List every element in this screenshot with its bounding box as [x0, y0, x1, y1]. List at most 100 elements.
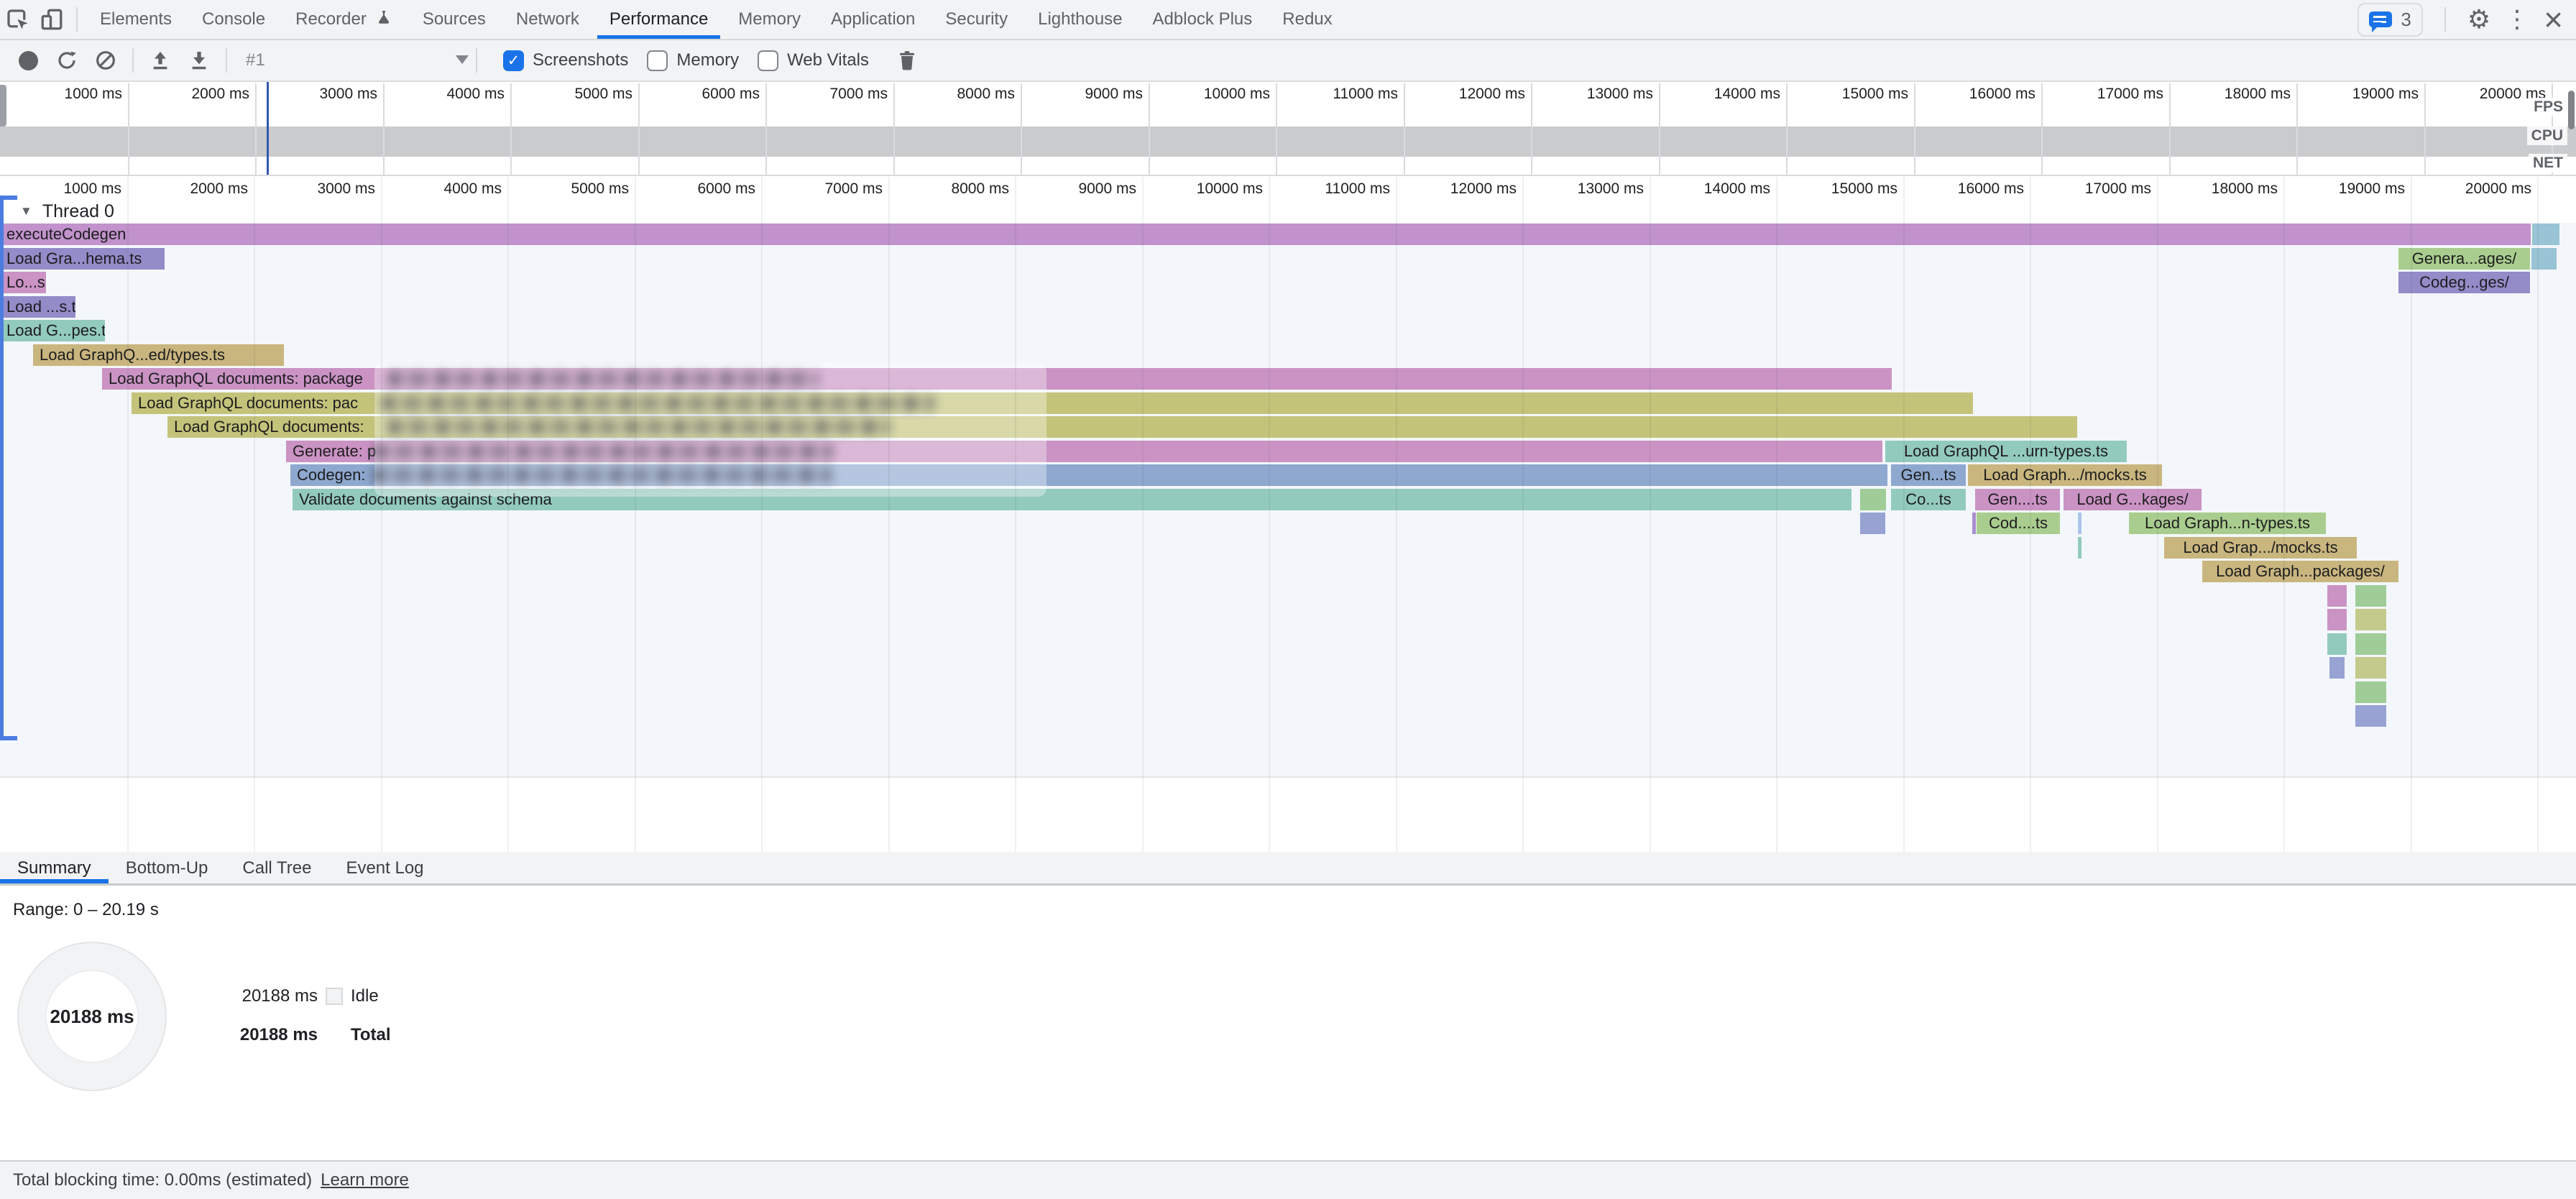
clear-recording-button[interactable] — [86, 41, 125, 80]
flame-bar[interactable] — [1972, 513, 1976, 534]
tab-lighthouse[interactable]: Lighthouse — [1023, 0, 1137, 39]
tab-elements[interactable]: Elements — [85, 0, 187, 39]
history-dropdown[interactable]: #1 — [246, 41, 469, 80]
overview-left-handle[interactable] — [0, 85, 6, 127]
flame-bar[interactable] — [2355, 657, 2386, 679]
flame-bar[interactable]: Load Graph...n-types.ts — [2129, 513, 2326, 534]
flame-bar[interactable] — [2327, 609, 2347, 630]
flame-bar[interactable]: Load Graph.../mocks.ts — [1968, 464, 2162, 486]
ruler-tick-label: 6000 ms — [640, 178, 755, 200]
flame-bar[interactable] — [2355, 609, 2386, 630]
thread-header[interactable]: ▼ Thread 0 — [20, 200, 114, 223]
reload-and-record-button[interactable] — [47, 41, 86, 80]
tab-sources[interactable]: Sources — [408, 0, 501, 39]
overview-tick — [255, 83, 257, 175]
flame-bar[interactable] — [2078, 537, 2082, 559]
delete-recording-button[interactable] — [888, 41, 926, 80]
close-devtools-icon[interactable]: × — [2544, 3, 2563, 36]
ruler-tick-label: 10000 ms — [1148, 178, 1263, 200]
flame-bar[interactable] — [2532, 224, 2559, 245]
overview-tick-label: 15000 ms — [1793, 85, 1908, 104]
gridline — [2283, 177, 2285, 852]
flame-bar[interactable]: Genera...ages/ — [2398, 248, 2530, 270]
tab-network[interactable]: Network — [501, 0, 594, 39]
redacted-text-smudge — [387, 371, 819, 387]
web-vitals-checkbox[interactable] — [758, 50, 778, 71]
tab-label: Application — [831, 9, 915, 29]
flame-bar[interactable] — [2355, 705, 2386, 727]
flame-bar[interactable]: Codeg...ges/ — [2398, 272, 2530, 293]
overview-cpu-activity-band — [0, 127, 2576, 157]
inspect-element-icon[interactable] — [0, 2, 34, 37]
flame-bar[interactable]: Load ...s.ts — [0, 296, 75, 318]
learn-more-link[interactable]: Learn more — [321, 1170, 409, 1190]
tab-event-log[interactable]: Event Log — [328, 852, 441, 883]
tab-security[interactable]: Security — [930, 0, 1023, 39]
flame-bar[interactable] — [2355, 585, 2386, 607]
flame-bar[interactable]: executeCodegen — [0, 224, 2531, 245]
tab-bottom-up[interactable]: Bottom-Up — [109, 852, 226, 883]
flame-bar[interactable]: Load Grap.../mocks.ts — [2164, 537, 2357, 559]
tab-memory[interactable]: Memory — [723, 0, 816, 39]
memory-checkbox-label: Memory — [676, 50, 739, 70]
load-profile-button[interactable] — [141, 41, 180, 80]
tab-label: Console — [202, 9, 265, 29]
memory-checkbox[interactable] — [647, 50, 668, 71]
flame-bar[interactable]: Gen....ts — [1975, 489, 2060, 510]
tab-console[interactable]: Console — [187, 0, 280, 39]
flame-bar[interactable]: Cod....ts — [1977, 513, 2060, 534]
flame-bar[interactable]: Lo...s — [0, 272, 46, 293]
thread-selection-bracket-bottom — [0, 736, 17, 740]
thread-selection-bracket — [0, 196, 4, 740]
flame-bar[interactable]: Co...ts — [1891, 489, 1966, 510]
overview-tick-label: 18000 ms — [2176, 85, 2291, 104]
flame-bar[interactable] — [1860, 489, 1886, 510]
flame-bar[interactable] — [2329, 657, 2345, 679]
flame-bar[interactable]: Load G...pes.ts — [0, 320, 105, 341]
collapse-triangle-icon[interactable]: ▼ — [20, 204, 32, 219]
tab-application[interactable]: Application — [816, 0, 930, 39]
overview-tick — [2296, 83, 2298, 175]
divider — [476, 48, 477, 73]
legend-label: Idle — [351, 986, 391, 1006]
flame-bar[interactable]: Gen...ts — [1891, 464, 1966, 486]
ruler-tick-label: 14000 ms — [1655, 178, 1770, 200]
overview-tick — [2169, 83, 2171, 175]
overview-tick — [128, 83, 129, 175]
tab-performance[interactable]: Performance — [594, 0, 723, 39]
flame-bar[interactable]: Load GraphQL ...urn-types.ts — [1885, 441, 2127, 462]
screenshots-checkbox[interactable]: ✓ — [503, 50, 524, 71]
strip-label-cpu: CPU — [2527, 127, 2567, 145]
gridline — [2030, 177, 2031, 852]
redacted-text-smudge — [372, 467, 832, 483]
gridline — [2537, 177, 2539, 852]
ruler-tick-label: 19000 ms — [2290, 178, 2405, 200]
flame-bar[interactable] — [1860, 513, 1885, 534]
overview-tick-label: 12000 ms — [1410, 85, 1525, 104]
flame-bar[interactable]: Load Gra...hema.ts — [0, 248, 165, 270]
vertical-scrollbar-thumb[interactable] — [2568, 91, 2575, 129]
overview-tick-label: 16000 ms — [1920, 85, 2036, 104]
gridline — [1396, 177, 1397, 852]
tab-adblock-plus[interactable]: Adblock Plus — [1138, 0, 1268, 39]
flame-bar[interactable] — [2327, 585, 2347, 607]
tab-call-tree[interactable]: Call Tree — [225, 852, 328, 883]
tab-redux[interactable]: Redux — [1267, 0, 1347, 39]
tab-recorder[interactable]: Recorder — [280, 0, 408, 39]
settings-gear-icon[interactable]: ⚙ — [2467, 6, 2490, 32]
flame-bar[interactable] — [2531, 248, 2557, 270]
flame-bar[interactable]: Load G...kages/ — [2064, 489, 2202, 510]
flame-bar[interactable] — [2078, 513, 2082, 534]
record-button[interactable] — [9, 41, 47, 80]
flame-bar[interactable] — [2355, 681, 2386, 703]
issues-counter-button[interactable]: 3 — [2358, 3, 2422, 37]
overview-tick — [1276, 83, 1277, 175]
tab-summary[interactable]: Summary — [0, 852, 109, 883]
flame-bar[interactable]: Load Graph...packages/ — [2202, 561, 2398, 582]
more-options-kebab-icon[interactable]: ⋮ — [2505, 7, 2529, 32]
flame-bar[interactable] — [2327, 633, 2347, 655]
device-toolbar-icon[interactable] — [34, 2, 69, 37]
flame-bar[interactable]: Load GraphQ...ed/types.ts — [33, 344, 284, 366]
save-profile-button[interactable] — [180, 41, 218, 80]
flame-bar[interactable] — [2355, 633, 2386, 655]
